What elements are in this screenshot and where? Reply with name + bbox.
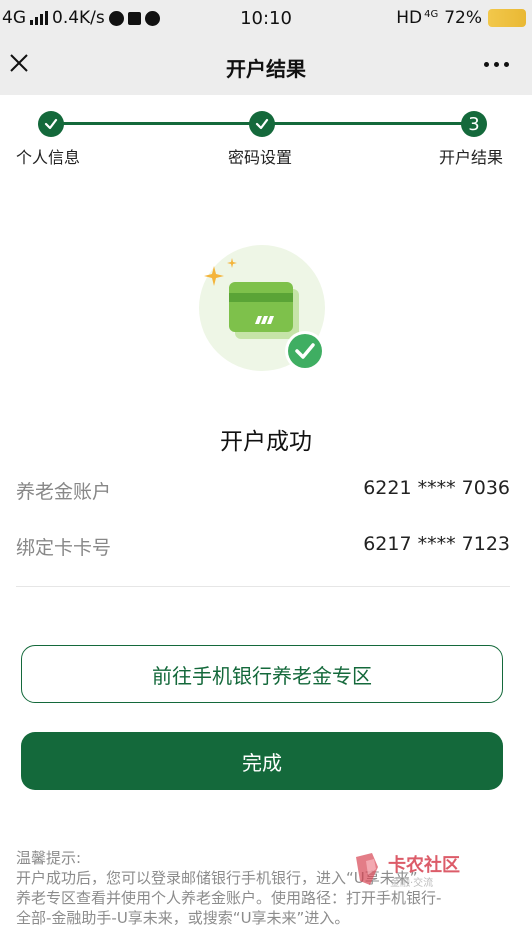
divider bbox=[16, 586, 510, 587]
tips-line-3: 全部-金融助手-U享未来，或搜索“U享未来”进入。 bbox=[16, 909, 350, 927]
battery-icon bbox=[488, 9, 526, 27]
watermark-logo: 卡农社区 金融·交流 bbox=[352, 851, 482, 889]
success-title: 开户成功 bbox=[220, 429, 312, 455]
page-title: 开户结果 bbox=[226, 57, 306, 81]
status-right: HD 4G 72% bbox=[396, 8, 526, 28]
more-icon[interactable] bbox=[484, 56, 514, 72]
step-2-check-icon bbox=[249, 111, 275, 137]
info-row-bound-card: 绑定卡卡号 6217 **** 7123 bbox=[16, 533, 510, 563]
step-label-password: 密码设置 bbox=[228, 148, 293, 167]
done-button[interactable]: 完成 bbox=[21, 732, 503, 790]
step-label-result: 开户结果 bbox=[439, 148, 504, 167]
bound-card-value: 6217 **** 7123 bbox=[363, 533, 510, 555]
hd-label: HD bbox=[396, 8, 423, 28]
card-success-illustration bbox=[198, 244, 330, 376]
status-bar: 4G 0.4K/s 10:10 HD 4G 72% bbox=[0, 0, 532, 36]
info-row-pension-account: 养老金账户 6221 **** 7036 bbox=[16, 477, 510, 507]
progress-steps: 3 个人信息 密码设置 开户结果 bbox=[0, 95, 532, 175]
nav-bar: 开户结果 bbox=[0, 36, 532, 95]
net-type-label: 4G bbox=[424, 8, 439, 20]
step-3-number: 3 bbox=[461, 111, 487, 137]
battery-percent: 72% bbox=[444, 8, 482, 28]
pension-account-label: 养老金账户 bbox=[16, 481, 112, 503]
watermark-subtext: 金融·交流 bbox=[390, 878, 434, 889]
go-pension-zone-button[interactable]: 前往手机银行养老金专区 bbox=[21, 645, 503, 703]
step-1-check-icon bbox=[38, 111, 64, 137]
pension-account-value: 6221 **** 7036 bbox=[363, 477, 510, 499]
bound-card-label: 绑定卡卡号 bbox=[16, 537, 112, 559]
step-label-personal-info: 个人信息 bbox=[16, 148, 81, 167]
tips-line-2: 养老专区查看并使用个人养老金账户。使用路径：打开手机银行- bbox=[16, 889, 442, 907]
